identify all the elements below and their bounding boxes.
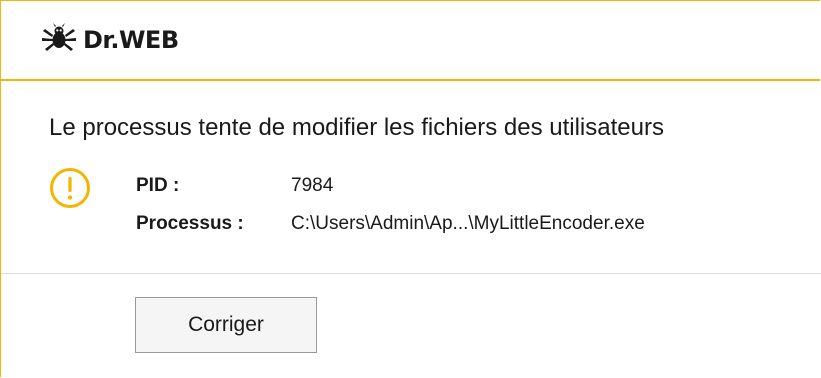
brand-name: Dr.WEB	[83, 26, 179, 54]
process-label: Processus :	[136, 213, 244, 234]
pid-label: PID :	[136, 175, 180, 196]
process-details: PID : 7984 Processus : C:\Users\Admin\Ap…	[136, 167, 645, 243]
brand-logo: Dr.WEB	[41, 22, 179, 58]
fix-button[interactable]: Corriger	[135, 297, 317, 353]
alert-title: Le processus tente de modifier les fichi…	[49, 114, 664, 141]
warning-icon	[49, 167, 91, 209]
alert-window: Dr.WEB Le processus tente de modifier le…	[0, 0, 821, 377]
header-bar: Dr.WEB	[1, 1, 820, 81]
divider	[1, 273, 821, 274]
pid-row: PID : 7984	[136, 167, 645, 205]
pid-value: 7984	[291, 175, 334, 196]
process-path-value: C:\Users\Admin\Ap...\MyLittleEncoder.exe	[291, 213, 645, 234]
spider-icon	[41, 22, 77, 58]
process-row: Processus : C:\Users\Admin\Ap...\MyLittl…	[136, 205, 645, 243]
